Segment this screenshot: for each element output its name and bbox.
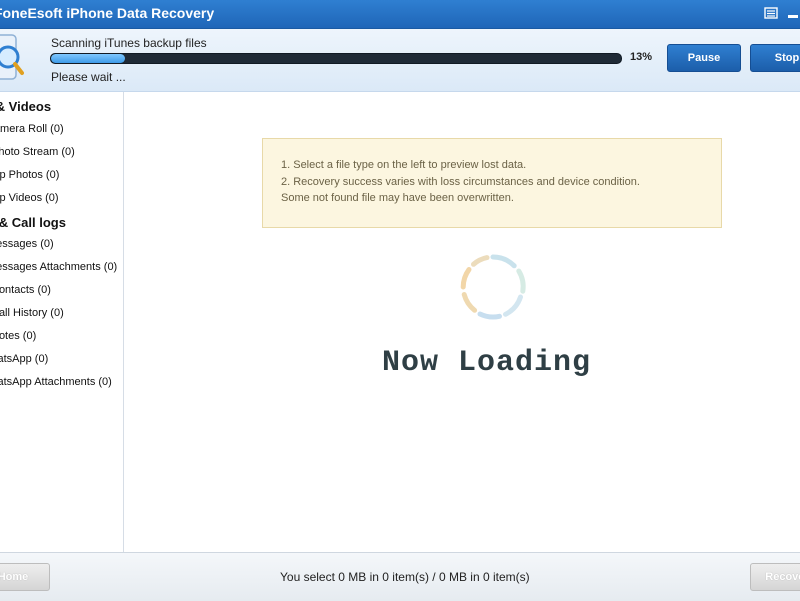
sidebar-item-app-videos[interactable]: App Videos (0)	[0, 192, 59, 204]
magnifier-phone-icon	[0, 33, 24, 85]
scan-progress-fill	[51, 54, 126, 63]
footer-bar: Home You select 0 MB in 0 item(s) / 0 MB…	[0, 552, 800, 601]
file-type-sidebar: Photos & Videos Camera Roll (0) Photo St…	[0, 92, 124, 552]
preview-area: 1. Select a file type on the left to pre…	[124, 92, 800, 552]
loading-spinner-icon	[456, 250, 530, 324]
sidebar-item-app-photos[interactable]: App Photos (0)	[0, 169, 59, 181]
sidebar-item-camera-roll[interactable]: Camera Roll (0)	[0, 123, 64, 135]
home-button[interactable]: Home	[0, 563, 50, 591]
sidebar-item-contacts[interactable]: Contacts (0)	[0, 284, 51, 296]
sidebar-item-messages[interactable]: Messages (0)	[0, 238, 54, 250]
sidebar-item-whatsapp[interactable]: WhatsApp (0)	[0, 353, 48, 365]
minimize-icon[interactable]	[786, 6, 800, 20]
stop-button[interactable]: Stop	[750, 44, 800, 72]
pause-button[interactable]: Pause	[667, 44, 741, 72]
sidebar-item-photo-stream[interactable]: Photo Stream (0)	[0, 146, 75, 158]
title-bar: FoneEsoft iPhone Data Recovery	[0, 0, 800, 29]
notice-line: 2. Recovery success varies with loss cir…	[281, 175, 640, 188]
category-messages-call-logs[interactable]: Messages & Call logs	[0, 215, 66, 230]
notice-line: 1. Select a file type on the left to pre…	[281, 159, 527, 171]
sidebar-item-whatsapp-attachments[interactable]: WhatsApp Attachments (0)	[0, 376, 112, 388]
recover-button[interactable]: Recover	[750, 563, 800, 591]
category-photos-videos[interactable]: Photos & Videos	[0, 99, 51, 114]
sidebar-item-messages-attachments[interactable]: Messages Attachments (0)	[0, 261, 117, 273]
scan-status: Scanning iTunes backup files	[51, 36, 207, 50]
scan-header: Scanning iTunes backup files 13% Please …	[0, 29, 800, 92]
window-title: FoneEsoft iPhone Data Recovery	[0, 5, 215, 21]
progress-percent: 13%	[630, 51, 653, 63]
menu-icon[interactable]	[764, 6, 778, 20]
selection-summary: You select 0 MB in 0 item(s) / 0 MB in 0…	[280, 570, 530, 584]
loading-text: Now Loading	[382, 346, 592, 380]
sidebar-item-call-history[interactable]: Call History (0)	[0, 307, 64, 319]
wait-text: Please wait ...	[51, 70, 126, 84]
sidebar-item-notes[interactable]: Notes (0)	[0, 330, 36, 342]
scan-progress-bar	[50, 53, 622, 64]
notice-line: Some not found file may have been overwr…	[281, 192, 514, 204]
instruction-notice: 1. Select a file type on the left to pre…	[262, 138, 722, 228]
